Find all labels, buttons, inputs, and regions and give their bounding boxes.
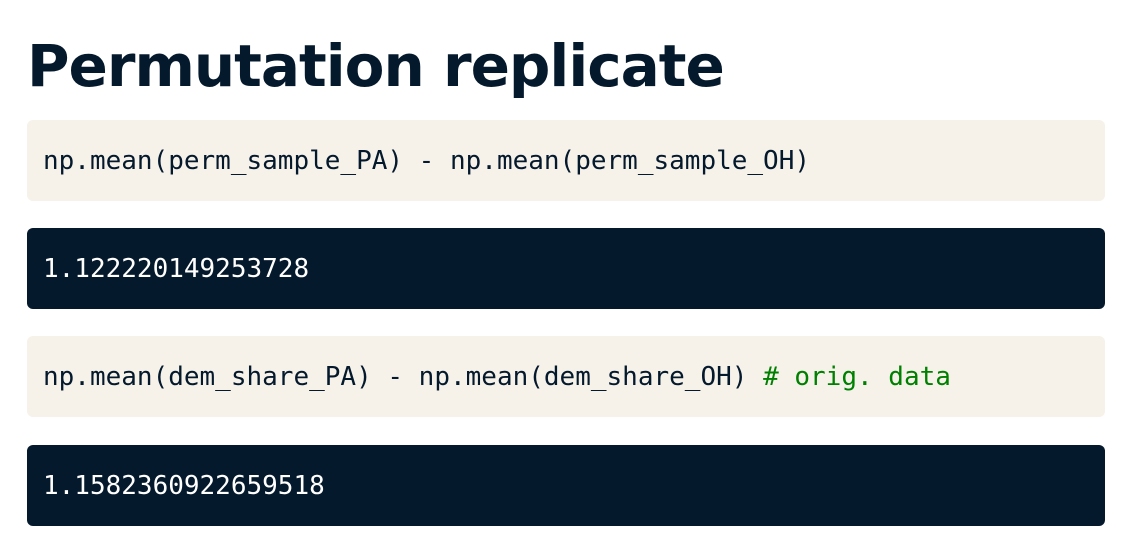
output-text: 1.122220149253728 (43, 253, 310, 284)
output-text: 1.1582360922659518 (43, 470, 325, 501)
code-cell-1: np.mean(perm_sample_PA) - np.mean(perm_s… (27, 120, 1105, 201)
output-cell-1: 1.122220149253728 (27, 228, 1105, 309)
output-cell-2: 1.1582360922659518 (27, 445, 1105, 526)
slide-title: Permutation replicate (27, 32, 725, 100)
code-cell-2: np.mean(dem_share_PA) - np.mean(dem_shar… (27, 336, 1105, 417)
code-text: np.mean(dem_share_PA) - np.mean(dem_shar… (43, 361, 764, 392)
code-text: np.mean(perm_sample_PA) - np.mean(perm_s… (43, 145, 811, 176)
code-comment: # orig. data (763, 361, 951, 392)
